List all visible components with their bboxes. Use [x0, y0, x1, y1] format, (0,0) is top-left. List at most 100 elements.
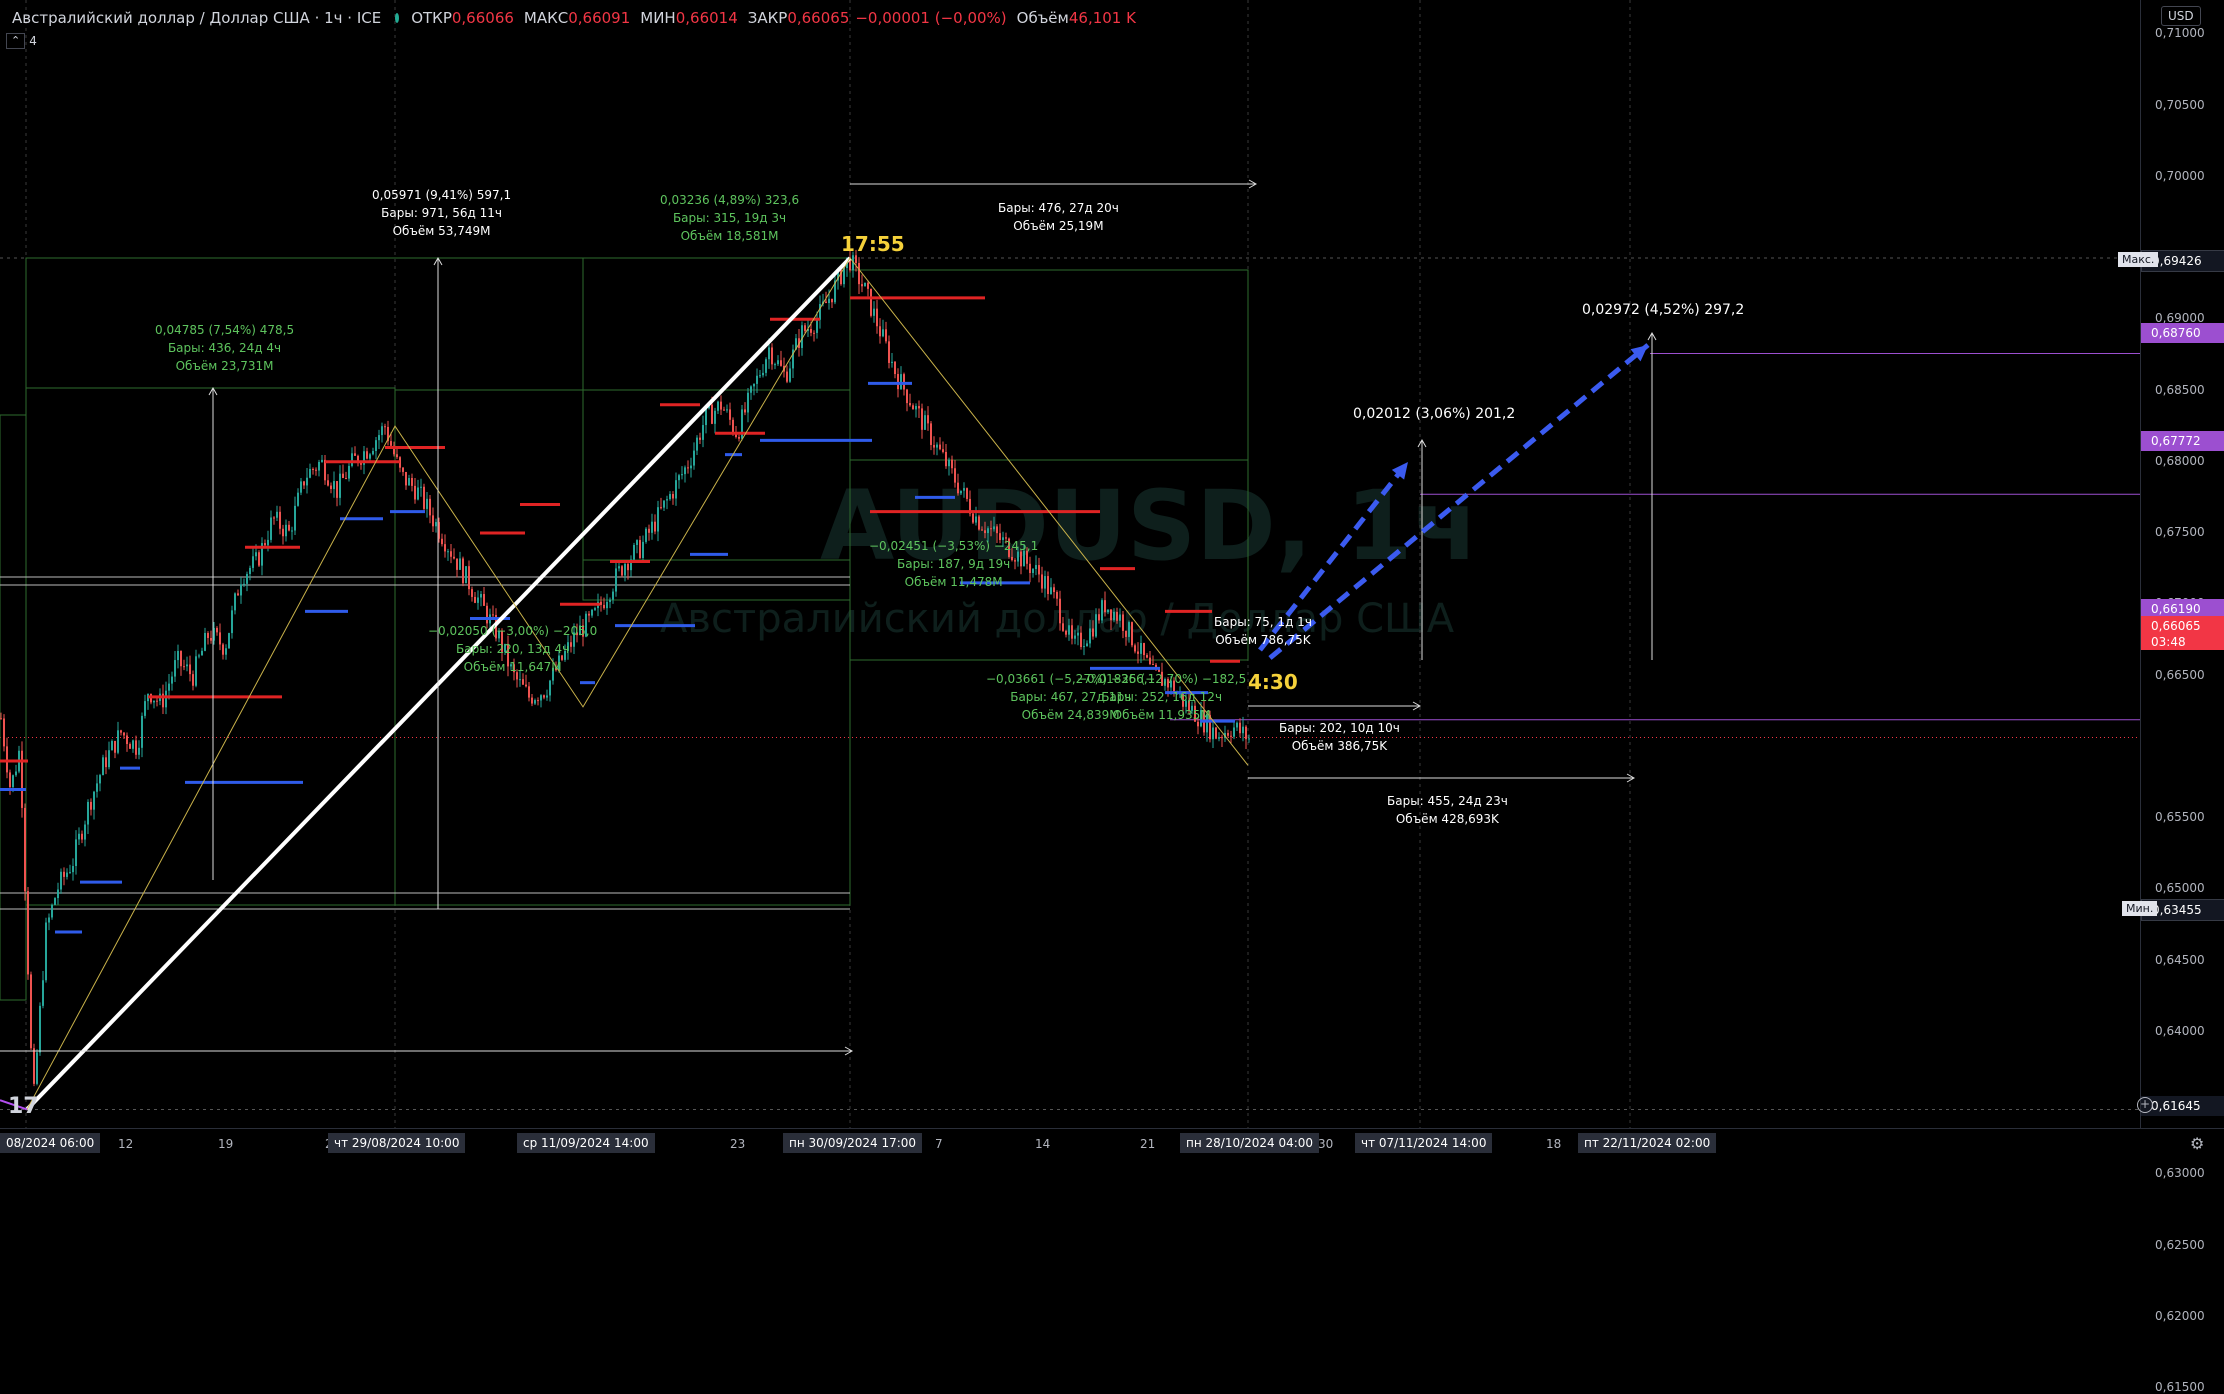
candle-body [810, 328, 812, 333]
candle-body [21, 750, 23, 808]
candle-body [348, 465, 350, 479]
candle-body [645, 528, 647, 542]
candle-body [351, 453, 353, 466]
time-badge: 08/2024 06:00 [0, 1133, 101, 1153]
candle-body [537, 700, 539, 702]
candle-body [945, 451, 947, 467]
candle-body [639, 540, 641, 559]
candle-body [876, 308, 878, 327]
candle-body [111, 741, 113, 751]
candle-body [90, 801, 92, 810]
candle-body [1146, 655, 1148, 658]
candle-body [990, 528, 992, 530]
candle-body [1068, 625, 1070, 635]
max-label: Макс. [2118, 252, 2159, 267]
candle-body [942, 449, 944, 452]
candle-body [777, 360, 779, 365]
candle-body [66, 872, 68, 877]
candle-body [456, 558, 458, 570]
candle-body [1056, 592, 1058, 599]
legend-title[interactable]: Австралийский доллар / Доллар США · 1ч ·… [12, 9, 381, 27]
candle-body [480, 594, 482, 598]
last-price-badge: 0,66065 03:48 [2141, 616, 2224, 650]
candle-body [429, 498, 431, 516]
candle-body [180, 650, 182, 667]
candle-body [216, 627, 218, 633]
candle-body [240, 584, 242, 596]
target-2-change: 0,02012 (3,06%) 201,2 [1353, 406, 1516, 422]
measure-4-change: 0,04785 (7,54%) 478,5 [155, 323, 295, 337]
tradingview-logo-icon[interactable]: 17 [8, 1094, 39, 1119]
candle-body [234, 593, 236, 611]
candle-body [1152, 664, 1154, 666]
market-status-icon[interactable] [395, 13, 400, 23]
add-alert-icon[interactable]: + [2137, 1097, 2153, 1113]
currency-button[interactable]: USD [2161, 6, 2201, 26]
candle-body [624, 563, 626, 576]
chart-area[interactable]: AUDUSD, 1ч Австралийский доллар / Доллар… [0, 0, 2140, 1128]
price-tick: 0,68500 [2155, 382, 2205, 397]
measure-7-bars: Бары: 187, 9д 19ч [897, 557, 1011, 571]
candle-body [678, 475, 680, 481]
candle-body [63, 871, 65, 877]
candle-body [81, 833, 83, 840]
candle-body [78, 833, 80, 840]
measure-1-volume: Объём 53,749M [392, 224, 491, 238]
candle-body [699, 437, 701, 440]
candle-body [1092, 628, 1094, 637]
candle-body [804, 325, 806, 331]
candle-body [207, 632, 209, 638]
chart-canvas[interactable] [0, 0, 2140, 1128]
candle-body [321, 459, 323, 462]
candle-body [621, 566, 623, 576]
candle-body [1125, 630, 1127, 637]
candle-body [918, 406, 920, 409]
candle-body [591, 609, 593, 616]
candle-body [603, 604, 605, 609]
candle-body [1215, 727, 1217, 739]
candle-body [702, 425, 704, 440]
low-value: 0,66014 [675, 9, 738, 27]
indicators-toggle[interactable]: ⌃ 4 [6, 33, 37, 49]
measure-label-1: 0,05971 (9,41%) 597,1 Бары: 971, 56д 11ч… [372, 186, 511, 240]
candle-body [354, 453, 356, 456]
price-axis[interactable]: USD 0,71000 0,70500 0,70000 0,69000 0,68500 0… [2140, 0, 2224, 1394]
candle-body [963, 488, 965, 491]
candle-body [252, 556, 254, 568]
candle-body [483, 594, 485, 606]
candle-body [36, 1052, 38, 1084]
chevron-up-icon[interactable]: ⌃ [6, 33, 26, 49]
measure-box [582, 257, 851, 601]
volume-value: 46,101 K [1068, 9, 1136, 27]
candle-body [717, 401, 719, 411]
candle-body [138, 747, 140, 755]
candle-body [1038, 565, 1040, 575]
candle-body [267, 539, 269, 546]
candle-body [447, 551, 449, 553]
candle-body [696, 437, 698, 451]
candle-body [153, 700, 155, 703]
candle-body [873, 308, 875, 316]
candle-body [1149, 657, 1151, 665]
candle-body [1104, 600, 1106, 613]
measure-label-12: Бары: 202, 10д 10ч Объём 386,75K [1279, 719, 1400, 755]
candle-body [546, 695, 548, 698]
candle-body [249, 567, 251, 574]
last-price-value: 0,66065 [2151, 619, 2201, 633]
time-axis[interactable]: 121922371421301808/2024 06:00чт 29/08/20… [0, 1128, 2224, 1159]
candle-body [195, 656, 197, 686]
candle-body [471, 589, 473, 597]
price-tick: 0,70000 [2155, 168, 2205, 183]
candle-body [1242, 726, 1244, 734]
candle-body [891, 361, 893, 363]
measure-label-3: Бары: 476, 27д 20ч Объём 25,19M [998, 199, 1119, 235]
candle-body [894, 361, 896, 375]
measure-8-volume: Объём 11,647M [463, 660, 562, 674]
gear-icon[interactable]: ⚙ [2190, 1134, 2204, 1153]
candle-body [765, 359, 767, 373]
candle-body [1077, 632, 1079, 636]
time-badge: пн 30/09/2024 17:00 [783, 1133, 923, 1153]
candle-body [1098, 614, 1100, 621]
candle-body [285, 524, 287, 537]
candle-body [780, 360, 782, 366]
